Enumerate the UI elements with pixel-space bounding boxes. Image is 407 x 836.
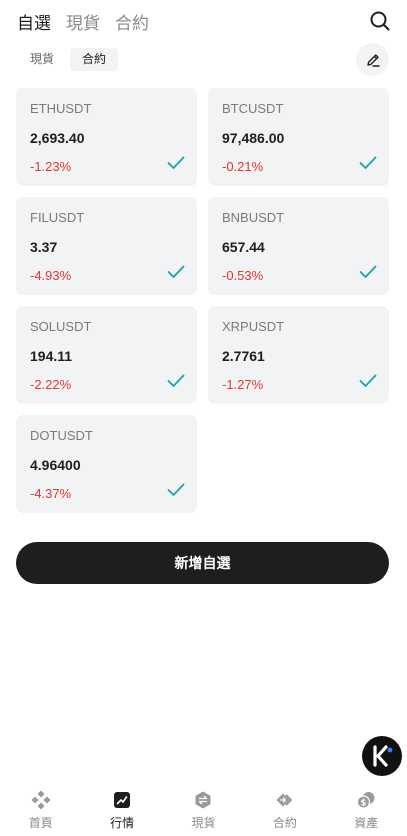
svg-text:$: $ xyxy=(361,798,367,808)
nav-label: 現貨 xyxy=(191,816,216,830)
watchlist-grid: ETHUSDT 2,693.40 -1.23% BTCUSDT 97,486.0… xyxy=(16,88,389,513)
watchlist-card[interactable]: DOTUSDT 4.96400 -4.37% xyxy=(16,415,197,513)
check-icon xyxy=(167,156,185,169)
tab-futures[interactable]: 合約 xyxy=(115,9,149,34)
watchlist-card[interactable]: BNBUSDT 657.44 -0.53% xyxy=(208,197,389,295)
assets-icon: $ xyxy=(357,792,375,809)
edit-button[interactable] xyxy=(356,43,389,76)
nav-label: 行情 xyxy=(110,816,135,830)
nav-home[interactable]: 首頁 xyxy=(1,790,81,831)
edit-icon xyxy=(366,53,380,67)
card-symbol: FILUSDT xyxy=(30,210,85,225)
nav-label: 首頁 xyxy=(28,816,53,830)
nav-market[interactable]: 行情 xyxy=(82,790,162,831)
card-change: -4.93% xyxy=(30,268,72,283)
card-price: 657.44 xyxy=(222,239,265,255)
k-logo-icon xyxy=(373,745,393,767)
search-button[interactable] xyxy=(369,10,391,32)
check-icon xyxy=(167,374,185,387)
subtab-spot[interactable]: 現貨 xyxy=(20,48,64,71)
tab-favorites[interactable]: 自選 xyxy=(17,9,51,34)
home-icon xyxy=(31,790,51,810)
card-price: 2.7761 xyxy=(222,348,265,364)
floating-logo-button[interactable] xyxy=(362,736,402,776)
card-symbol: BNBUSDT xyxy=(222,210,285,225)
search-icon xyxy=(370,11,390,31)
card-price: 97,486.00 xyxy=(222,130,285,146)
watchlist-card[interactable]: XRPUSDT 2.7761 -1.27% xyxy=(208,306,389,404)
subtab-futures[interactable]: 合約 xyxy=(70,48,119,71)
card-price: 3.37 xyxy=(30,239,58,255)
card-price: 194.11 xyxy=(30,348,73,364)
spot-icon xyxy=(195,791,211,809)
check-icon xyxy=(359,374,377,387)
card-change: -1.23% xyxy=(30,159,72,174)
card-change: -0.53% xyxy=(222,268,264,283)
card-symbol: SOLUSDT xyxy=(30,319,92,334)
check-icon xyxy=(167,483,185,496)
watchlist-card[interactable]: ETHUSDT 2,693.40 -1.23% xyxy=(16,88,197,186)
card-symbol: ETHUSDT xyxy=(30,101,92,116)
nav-label: 資產 xyxy=(354,816,379,830)
market-icon xyxy=(114,792,131,808)
card-price: 2,693.40 xyxy=(30,130,85,146)
nav-spot[interactable]: 現貨 xyxy=(163,790,243,831)
check-icon xyxy=(359,265,377,278)
top-tabs: 自選 現貨 合約 xyxy=(17,9,149,34)
nav-label: 合約 xyxy=(272,816,297,830)
add-favorites-button[interactable]: 新增自選 xyxy=(16,542,389,584)
card-symbol: BTCUSDT xyxy=(222,101,284,116)
sub-tabs: 現貨 合約 xyxy=(20,48,119,71)
watchlist-card[interactable]: SOLUSDT 194.11 -2.22% xyxy=(16,306,197,404)
nav-futures[interactable]: 合約 xyxy=(245,790,325,831)
card-symbol: XRPUSDT xyxy=(222,319,285,334)
card-change: -4.37% xyxy=(30,486,72,501)
card-change: -2.22% xyxy=(30,377,72,392)
card-symbol: DOTUSDT xyxy=(30,428,93,443)
check-icon xyxy=(167,265,185,278)
watchlist-card[interactable]: FILUSDT 3.37 -4.93% xyxy=(16,197,197,295)
nav-assets[interactable]: $ 資產 xyxy=(326,790,406,831)
card-change: -1.27% xyxy=(222,377,264,392)
tab-spot[interactable]: 現貨 xyxy=(66,9,100,34)
bottom-nav: 首頁 行情 現貨 合約 $ 資產 xyxy=(0,782,407,836)
card-price: 4.96400 xyxy=(30,457,81,473)
card-change: -0.21% xyxy=(222,159,264,174)
check-icon xyxy=(359,156,377,169)
watchlist-card[interactable]: BTCUSDT 97,486.00 -0.21% xyxy=(208,88,389,186)
futures-icon xyxy=(276,793,292,807)
